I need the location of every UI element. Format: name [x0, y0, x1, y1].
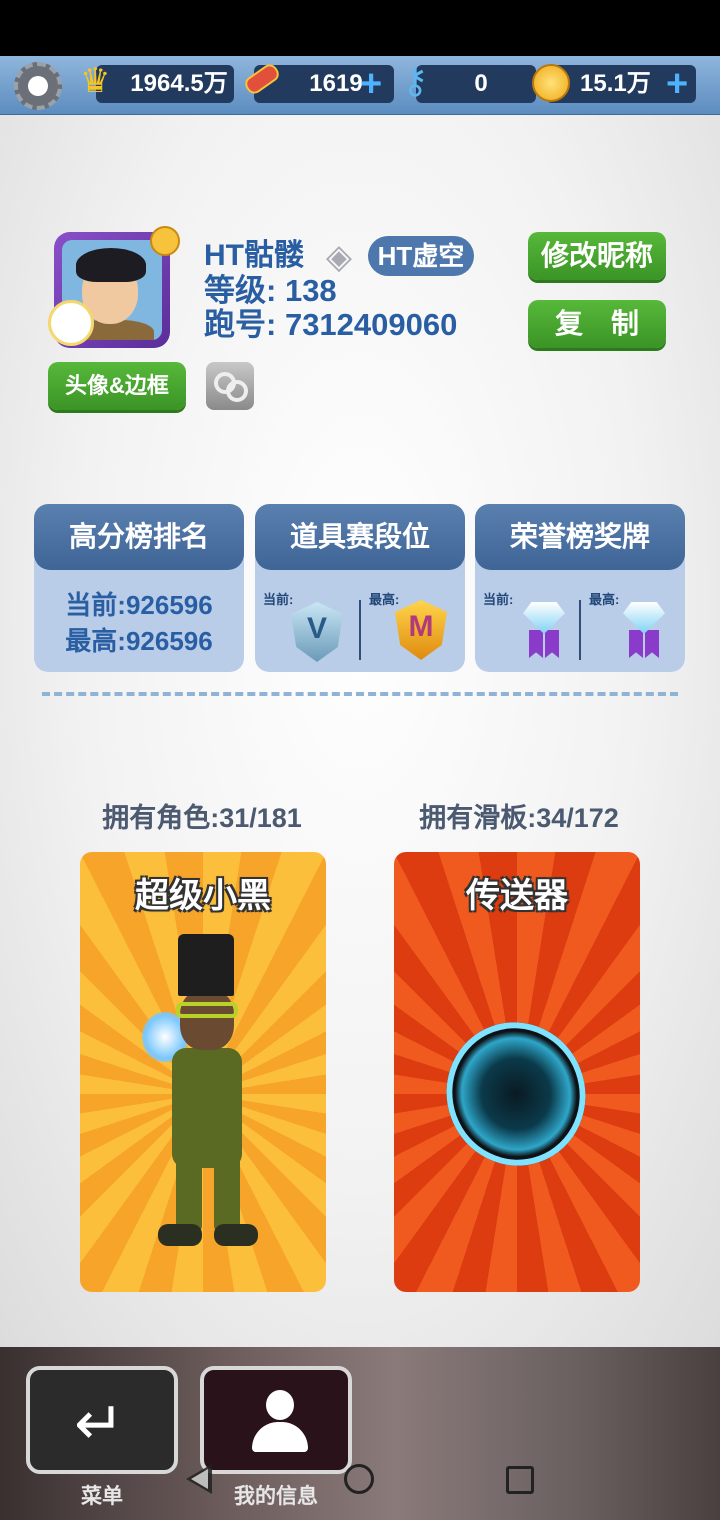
menu-button[interactable]: ↵	[26, 1366, 178, 1474]
honor-medal-card[interactable]: 荣誉榜奖牌 当前: 最高:	[475, 504, 685, 672]
item-league-card[interactable]: 道具赛段位 当前: 最高: V M	[255, 504, 465, 672]
key-icon: ⚷	[402, 60, 429, 101]
teleporter-board-icon	[426, 1002, 606, 1186]
coins-value: 15.1万	[580, 70, 651, 97]
leaderboard-rank-title: 高分榜排名	[34, 504, 244, 570]
item-league-best-label: 最高:	[369, 592, 400, 607]
item-league-title: 道具赛段位	[255, 504, 465, 570]
avatar-frame-bunny-icon	[48, 300, 94, 346]
system-recents-icon[interactable]	[506, 1466, 534, 1494]
player-id-line: 跑号: 7312409060	[204, 306, 457, 344]
score-value: 1964.5万	[130, 70, 228, 97]
characters-owned: 拥有角色:31/181	[102, 803, 302, 833]
copy-id-button[interactable]: 复 制	[528, 300, 666, 348]
menu-label: 菜单	[81, 1485, 123, 1508]
rename-button[interactable]: 修改昵称	[528, 232, 666, 280]
avatar-frame-coin-icon	[150, 226, 180, 256]
keys-value: 0	[474, 70, 488, 97]
leaderboard-best: 最高:926596	[65, 626, 213, 656]
leaderboard-rank-card[interactable]: 高分榜排名 当前:926596 最高:926596	[34, 504, 244, 672]
username: HT骷髅	[204, 239, 304, 272]
boards-value: 1619	[309, 70, 363, 97]
board-name: 传送器	[466, 877, 568, 915]
best-diamond-medal-icon	[623, 602, 665, 660]
level-label: 等级:	[204, 273, 277, 308]
boards-owned: 拥有滑板:34/172	[419, 803, 619, 833]
frame-selector-icon[interactable]	[206, 362, 254, 410]
status-bar	[0, 0, 720, 56]
hoverboard-icon	[240, 61, 282, 98]
gear-center	[28, 76, 48, 96]
current-league-badge-icon: V	[291, 602, 343, 662]
crown-icon: ♛	[80, 62, 111, 100]
player-id-label: 跑号:	[204, 307, 277, 342]
add-boards-button[interactable]: +	[360, 62, 382, 106]
section-divider	[42, 692, 678, 696]
honor-best-label: 最高:	[589, 592, 620, 607]
character-name: 超级小黑	[135, 877, 271, 915]
settings-gear-icon[interactable]	[14, 62, 62, 110]
item-league-current-label: 当前:	[263, 592, 294, 607]
my-info-button[interactable]	[200, 1366, 352, 1474]
best-league-badge-icon: M	[395, 600, 447, 660]
level-line: 等级: 138	[204, 272, 337, 310]
score-counter: 1964.5万	[96, 65, 234, 103]
board-card[interactable]: 传送器	[394, 852, 640, 1292]
character-figure	[176, 1002, 238, 1018]
resource-bar: 1964.5万 ♛ 1619 + 0 ⚷ 15.1万 +	[0, 56, 720, 116]
level-value: 138	[284, 273, 337, 308]
leaderboard-current: 当前:926596	[65, 590, 213, 620]
diamond-rank-icon: ◈	[325, 238, 353, 276]
add-coins-button[interactable]: +	[666, 62, 688, 106]
player-id-value: 7312409060	[284, 307, 458, 342]
return-icon: ↵	[74, 1390, 125, 1457]
honor-current-label: 当前:	[483, 592, 514, 607]
keys-counter: 0	[416, 65, 536, 103]
honor-medal-title: 荣誉榜奖牌	[475, 504, 685, 570]
my-info-label: 我的信息	[234, 1485, 318, 1508]
system-home-icon[interactable]	[344, 1464, 374, 1494]
current-diamond-medal-icon	[523, 602, 565, 660]
avatar-frame-button[interactable]: 头像&边框	[48, 362, 186, 410]
crew-tag: HT虚空	[368, 236, 474, 276]
coin-icon	[532, 64, 570, 102]
person-icon	[248, 1386, 312, 1458]
character-card[interactable]: 超级小黑	[80, 852, 326, 1292]
